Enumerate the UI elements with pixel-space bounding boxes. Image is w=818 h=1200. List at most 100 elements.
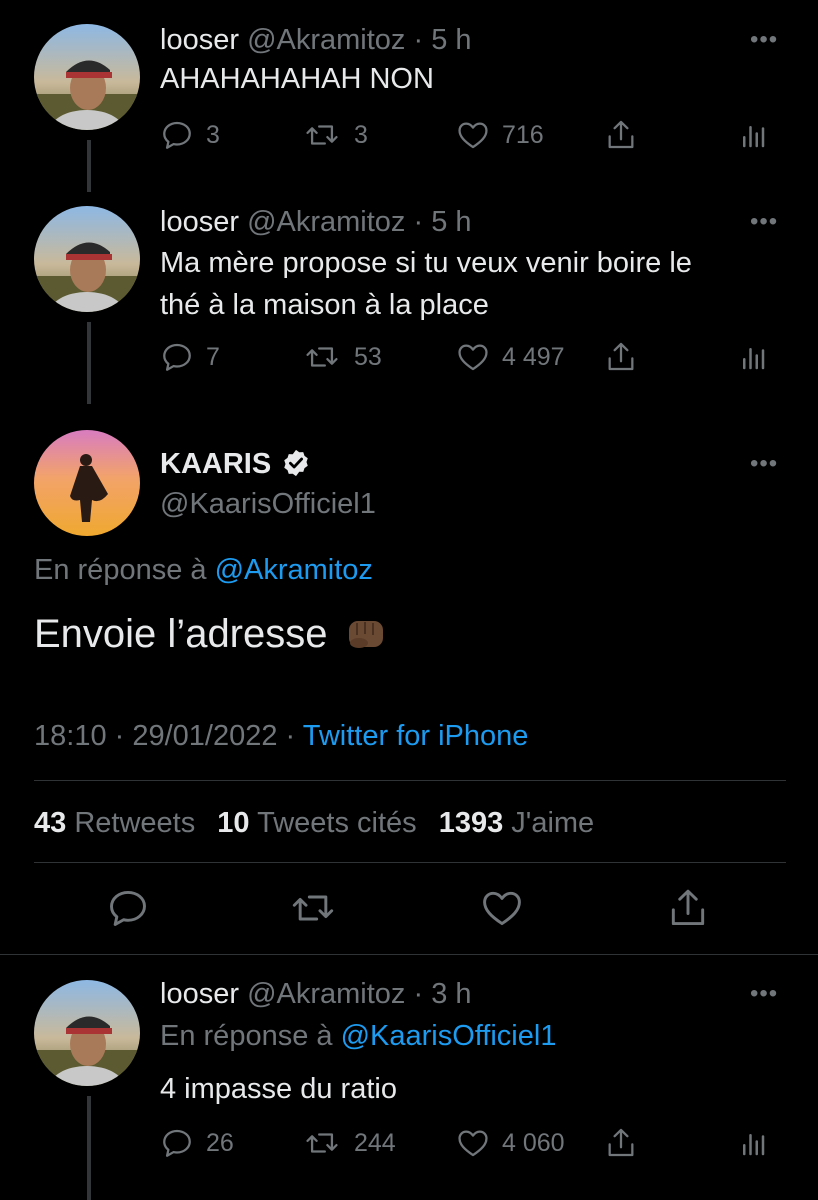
analytics-button[interactable] — [738, 1128, 768, 1160]
tweet-time[interactable]: · 5 h — [413, 206, 471, 238]
share-button[interactable] — [604, 340, 638, 374]
retweet-icon — [288, 886, 338, 930]
user-handle[interactable]: @KaarisOfficiel1 — [160, 488, 376, 520]
reply-button[interactable] — [106, 886, 150, 930]
retweets-count: 43 — [34, 807, 67, 839]
tweet-text: Ma mère propose si tu veux venir boire l… — [160, 242, 692, 326]
like-count: 4 497 — [502, 342, 565, 371]
tweet-timestamp: 18:10 · 29/01/2022 · — [34, 720, 296, 752]
share-icon — [604, 1126, 638, 1160]
likes-label: J'aime — [511, 807, 595, 839]
display-name[interactable]: looser — [160, 206, 239, 238]
avatar[interactable] — [34, 980, 140, 1086]
tweet-header: looser @Akramitoz · 3 h — [160, 976, 472, 1012]
share-icon — [666, 886, 710, 930]
retweet-button[interactable] — [288, 886, 338, 930]
like-button[interactable]: 4 497 — [456, 340, 565, 374]
reply-context: En réponse à @Akramitoz — [34, 552, 373, 588]
user-handle-row: @KaarisOfficiel1 — [160, 486, 376, 522]
tweet-text: 4 impasse du ratio — [160, 1068, 397, 1110]
tweet-text-line: AHAHAHAHAH NON — [160, 63, 434, 95]
verified-badge-icon — [284, 449, 308, 477]
display-name[interactable]: KAARIS — [160, 448, 271, 480]
retweets-stat[interactable]: 43 Retweets — [34, 807, 203, 839]
tweet-header: KAARIS — [160, 446, 311, 482]
reply-prefix: En réponse à — [34, 554, 207, 586]
reply-count: 7 — [206, 342, 220, 371]
tweet-meta: 18:10 · 29/01/2022 · Twitter for iPhone — [34, 718, 528, 754]
thread-line — [87, 322, 91, 404]
divider — [0, 954, 818, 955]
retweet-button[interactable]: 3 — [302, 118, 368, 152]
tweet-text: AHAHAHAHAH NON — [160, 58, 434, 100]
tweet-text-line: thé à la maison à la place — [160, 289, 489, 321]
tweet-text-line: Ma mère propose si tu veux venir boire l… — [160, 247, 692, 279]
tweet-header: looser @Akramitoz · 5 h — [160, 22, 472, 58]
retweet-button[interactable]: 53 — [302, 340, 382, 374]
user-handle[interactable]: @Akramitoz — [247, 978, 405, 1010]
more-options-icon[interactable]: ••• — [750, 452, 778, 476]
share-button[interactable] — [604, 118, 638, 152]
retweet-button[interactable]: 244 — [302, 1126, 396, 1160]
avatar[interactable] — [34, 206, 140, 312]
display-name[interactable]: looser — [160, 24, 239, 56]
like-icon — [480, 886, 524, 930]
divider — [34, 862, 786, 863]
tweet-time[interactable]: · 3 h — [413, 978, 471, 1010]
analytics-button[interactable] — [738, 342, 768, 374]
engagement-stats: 43 Retweets 10 Tweets cités 1393 J'aime — [34, 805, 594, 841]
like-icon — [456, 118, 490, 152]
tweet-source-link[interactable]: Twitter for iPhone — [303, 720, 529, 752]
user-handle[interactable]: @Akramitoz — [247, 24, 405, 56]
reply-button[interactable]: 7 — [160, 340, 220, 374]
tweet-text-line: 4 impasse du ratio — [160, 1073, 397, 1105]
reply-count: 26 — [206, 1128, 234, 1157]
analytics-icon — [738, 1128, 768, 1160]
tweet-header: looser @Akramitoz · 5 h — [160, 204, 472, 240]
reply-button[interactable]: 3 — [160, 118, 220, 152]
reply-count: 3 — [206, 120, 220, 149]
share-icon — [604, 118, 638, 152]
like-count: 716 — [502, 120, 544, 149]
thread-line — [87, 1096, 91, 1200]
retweet-count: 3 — [354, 120, 368, 149]
likes-stat[interactable]: 1393 J'aime — [439, 807, 594, 839]
fist-emoji-icon — [348, 621, 383, 648]
reply-prefix: En réponse à — [160, 1020, 333, 1052]
reply-context: En réponse à @KaarisOfficiel1 — [160, 1018, 556, 1054]
thread-line — [87, 140, 91, 192]
more-options-icon[interactable]: ••• — [750, 210, 778, 234]
analytics-icon — [738, 120, 768, 152]
like-button[interactable] — [480, 886, 524, 930]
reply-icon — [160, 1126, 194, 1160]
like-icon — [456, 1126, 490, 1160]
display-name[interactable]: looser — [160, 978, 239, 1010]
quotes-count: 10 — [217, 807, 250, 839]
reply-to-link[interactable]: @Akramitoz — [215, 554, 373, 586]
tweet-time[interactable]: · 5 h — [413, 24, 471, 56]
like-icon — [456, 340, 490, 374]
like-button[interactable]: 4 060 — [456, 1126, 565, 1160]
user-handle[interactable]: @Akramitoz — [247, 206, 405, 238]
reply-icon — [160, 340, 194, 374]
quotes-label: Tweets cités — [257, 807, 417, 839]
more-options-icon[interactable]: ••• — [750, 982, 778, 1006]
share-button[interactable] — [666, 886, 710, 930]
retweet-count: 244 — [354, 1128, 396, 1157]
analytics-button[interactable] — [738, 120, 768, 152]
main-tweet-text: Envoie l’adresse — [34, 610, 389, 658]
tweet-text: Envoie l’adresse — [34, 612, 328, 656]
reply-icon — [160, 118, 194, 152]
retweets-label: Retweets — [74, 807, 196, 839]
more-options-icon[interactable]: ••• — [750, 28, 778, 52]
share-icon — [604, 340, 638, 374]
retweet-icon — [302, 118, 342, 152]
like-button[interactable]: 716 — [456, 118, 544, 152]
quotes-stat[interactable]: 10 Tweets cités — [217, 807, 424, 839]
avatar[interactable] — [34, 430, 140, 536]
reply-button[interactable]: 26 — [160, 1126, 234, 1160]
reply-to-link[interactable]: @KaarisOfficiel1 — [341, 1020, 557, 1052]
share-button[interactable] — [604, 1126, 638, 1160]
avatar[interactable] — [34, 24, 140, 130]
likes-count: 1393 — [438, 807, 504, 839]
